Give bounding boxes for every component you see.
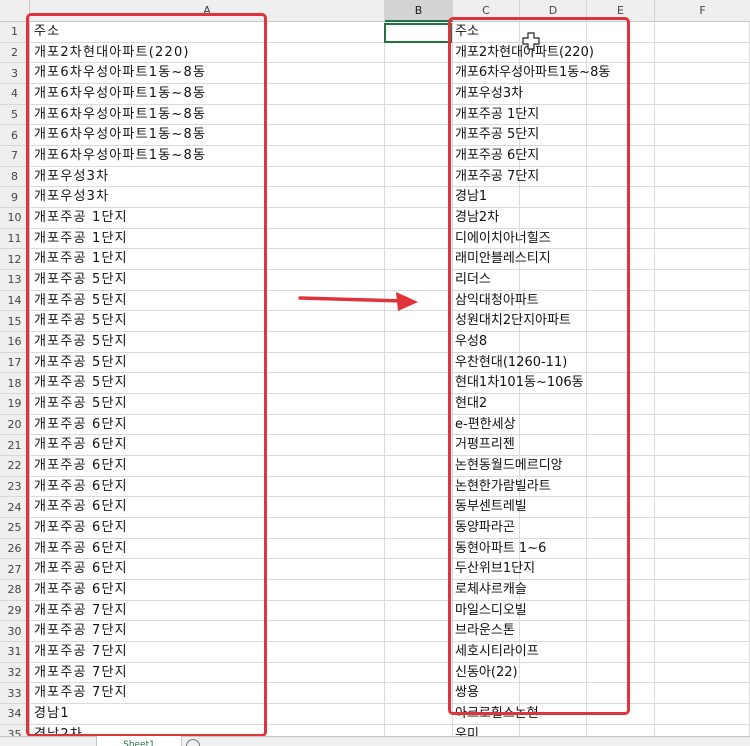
move-cursor-icon [522, 32, 540, 50]
active-cell-b1[interactable] [384, 23, 452, 43]
highlight-box-column-a [26, 13, 267, 737]
column-header-b[interactable]: B [385, 0, 453, 22]
grid-line [654, 22, 655, 736]
highlight-box-column-c [448, 17, 630, 715]
grid-line [384, 22, 385, 736]
right-arrow-annotation [298, 292, 418, 311]
column-header-f[interactable]: F [655, 0, 750, 22]
add-sheet-icon[interactable] [186, 739, 200, 746]
sheet-tab-sheet1[interactable]: Sheet1 [96, 736, 182, 746]
spreadsheet-grid[interactable]: A B C D E F 1 주소 주소 2 개포2차현대아파트(220) 개포2차현대아파… [0, 0, 750, 746]
